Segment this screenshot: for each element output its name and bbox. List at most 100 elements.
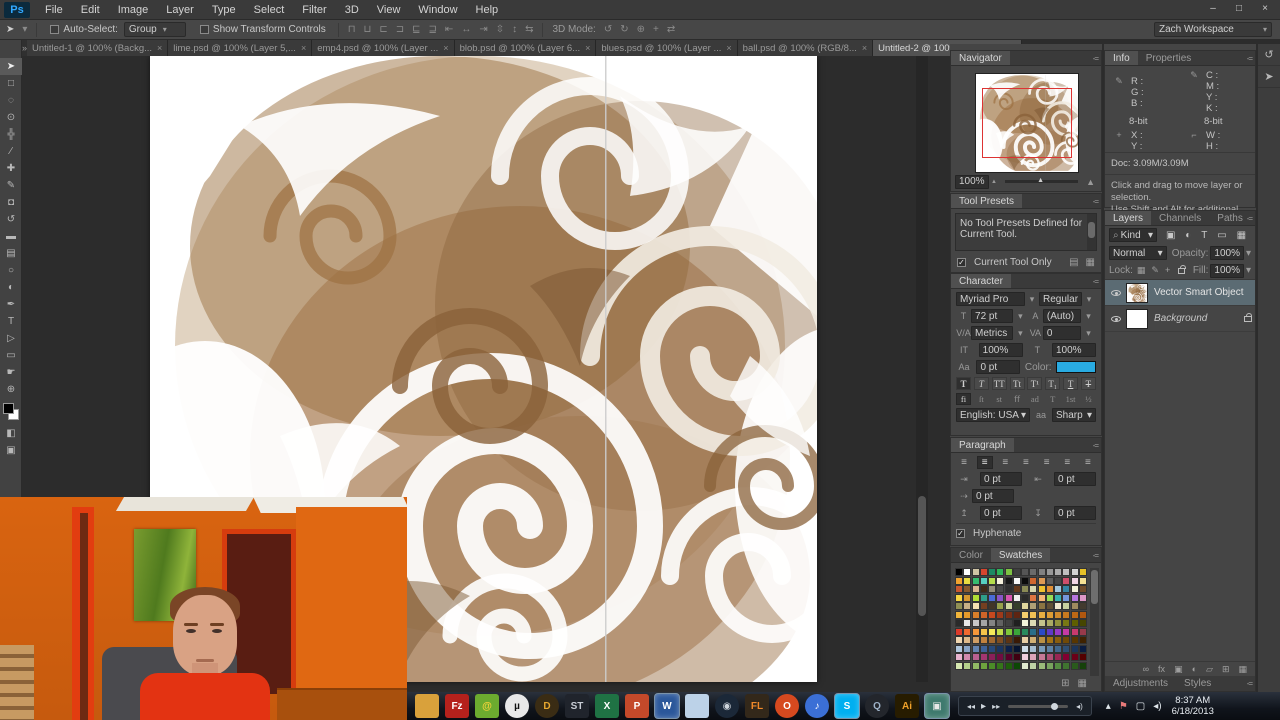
document-tab[interactable]: blob.psd @ 100% (Layer 6... ×: [454, 40, 597, 56]
swatch[interactable]: [971, 619, 980, 627]
opentype-button[interactable]: 1st: [1063, 393, 1078, 405]
navigator-view-box[interactable]: [982, 88, 1072, 158]
antialias-dropdown[interactable]: Sharp ▾: [1052, 408, 1096, 422]
swatch[interactable]: [979, 602, 988, 610]
swatch[interactable]: [1012, 602, 1021, 610]
vertical-scale-field[interactable]: 100%: [978, 343, 1023, 357]
layers-footer-icon[interactable]: ▱: [1206, 664, 1213, 675]
swatch[interactable]: [1062, 636, 1071, 644]
opentype-button[interactable]: ﬀ: [1010, 393, 1025, 405]
taskbar-clock[interactable]: 8:37 AM 6/18/2013: [1172, 695, 1214, 717]
tab-paragraph[interactable]: Paragraph: [951, 438, 1014, 452]
scrollbar[interactable]: [1087, 214, 1096, 250]
swatch[interactable]: [1004, 644, 1013, 653]
menu-3d[interactable]: 3D: [336, 0, 368, 20]
taskbar-filezilla-icon[interactable]: Fz: [445, 694, 469, 718]
document-tab[interactable]: blues.psd @ 100% (Layer ... ×: [596, 40, 738, 56]
swatch[interactable]: [1029, 636, 1038, 644]
close-icon[interactable]: ×: [301, 43, 306, 53]
document-scrollbar[interactable]: [916, 56, 928, 682]
swatch[interactable]: [1021, 619, 1029, 627]
swatch[interactable]: [971, 585, 980, 593]
swatch[interactable]: [996, 636, 1005, 644]
swatch[interactable]: [1078, 619, 1087, 627]
swatch[interactable]: [1029, 627, 1038, 636]
opentype-button[interactable]: st: [992, 393, 1007, 405]
swatch[interactable]: [979, 661, 988, 670]
swatch[interactable]: [1029, 644, 1038, 653]
close-button[interactable]: ×: [1252, 0, 1278, 16]
swatch[interactable]: [1021, 576, 1029, 585]
auto-select-mode-dropdown[interactable]: Group ▾: [123, 22, 186, 37]
font-size-field[interactable]: 72 pt: [971, 309, 1013, 323]
tab-channels[interactable]: Channels: [1151, 211, 1209, 225]
swatch[interactable]: [1062, 602, 1071, 610]
swatch[interactable]: [963, 585, 972, 593]
taskbar-quicktime-icon[interactable]: Q: [865, 694, 889, 718]
swatch[interactable]: [1062, 610, 1071, 619]
swatch[interactable]: [1029, 568, 1038, 576]
swatch[interactable]: [1021, 610, 1029, 619]
paragraph-align-button[interactable]: ≡: [976, 456, 993, 469]
swatch[interactable]: [1021, 585, 1029, 593]
volume-slider[interactable]: [1008, 702, 1069, 710]
swatch[interactable]: [1054, 585, 1062, 593]
swatch[interactable]: [1070, 636, 1079, 644]
tool-presets-footer-icon[interactable]: ▤: [1069, 257, 1078, 268]
layer-filter-icon[interactable]: ◐: [1185, 230, 1191, 241]
swatch[interactable]: [1070, 653, 1079, 661]
swatch[interactable]: [1037, 619, 1046, 627]
swatch[interactable]: [1070, 627, 1079, 636]
swatch[interactable]: [963, 644, 972, 653]
tool-dodge[interactable]: ◐: [0, 279, 22, 296]
paragraph-align-button[interactable]: ≡: [1039, 456, 1055, 469]
current-tool-only-checkbox[interactable]: ✓: [957, 258, 966, 267]
opentype-button[interactable]: ſt: [974, 393, 989, 405]
swatch[interactable]: [996, 627, 1005, 636]
swatch[interactable]: [1037, 644, 1046, 653]
swatch[interactable]: [988, 610, 996, 619]
menu-help[interactable]: Help: [467, 0, 508, 20]
navigator-zoom-value[interactable]: 100%: [955, 174, 989, 189]
swatch[interactable]: [1012, 568, 1021, 576]
layer-row-vector-smart-object[interactable]: Vector Smart Object: [1105, 280, 1255, 306]
taskbar-word-icon[interactable]: W: [655, 694, 679, 718]
swatch[interactable]: [1054, 653, 1062, 661]
swatch[interactable]: [1021, 602, 1029, 610]
swatch[interactable]: [1012, 627, 1021, 636]
swatch[interactable]: [1004, 568, 1013, 576]
swatch[interactable]: [996, 593, 1005, 602]
previous-track-icon[interactable]: ◂◂: [967, 702, 975, 711]
swatch[interactable]: [1021, 636, 1029, 644]
foreground-color[interactable]: [3, 403, 14, 414]
swatch[interactable]: [1037, 602, 1046, 610]
chevron-down-icon[interactable]: ▾: [1025, 294, 1039, 305]
swatch[interactable]: [955, 568, 963, 576]
blend-mode-dropdown[interactable]: Normal ▾: [1109, 246, 1167, 260]
tab-adjustments[interactable]: Adjustments: [1105, 676, 1176, 691]
panel-menu-icon[interactable]: -=: [1247, 214, 1253, 223]
swatch[interactable]: [1062, 653, 1071, 661]
indent-left-field[interactable]: 0 pt: [980, 472, 1022, 486]
visibility-toggle[interactable]: [1108, 315, 1124, 322]
swatch[interactable]: [971, 636, 980, 644]
fill-field[interactable]: 100%: [1210, 263, 1244, 278]
taskbar-flstudio-icon[interactable]: FL: [745, 694, 769, 718]
swatch[interactable]: [1078, 644, 1087, 653]
navigator-preview[interactable]: [975, 73, 1079, 173]
swatch[interactable]: [996, 568, 1005, 576]
tool-crop[interactable]: ╬: [0, 126, 22, 143]
layer-thumbnail[interactable]: [1126, 282, 1148, 303]
swatch[interactable]: [979, 627, 988, 636]
taskbar-illustrator-icon[interactable]: Ai: [895, 694, 919, 718]
swatch[interactable]: [963, 636, 972, 644]
tool-history-brush[interactable]: ↺: [0, 211, 22, 228]
style-italic-button[interactable]: T: [973, 377, 989, 390]
language-dropdown[interactable]: English: USA ▾: [956, 408, 1030, 422]
swatch[interactable]: [979, 644, 988, 653]
swatch[interactable]: [1045, 627, 1054, 636]
swatch[interactable]: [971, 644, 980, 653]
swatch[interactable]: [1070, 576, 1079, 585]
hyphenate-checkbox[interactable]: ✓: [956, 529, 965, 538]
swatch[interactable]: [979, 610, 988, 619]
